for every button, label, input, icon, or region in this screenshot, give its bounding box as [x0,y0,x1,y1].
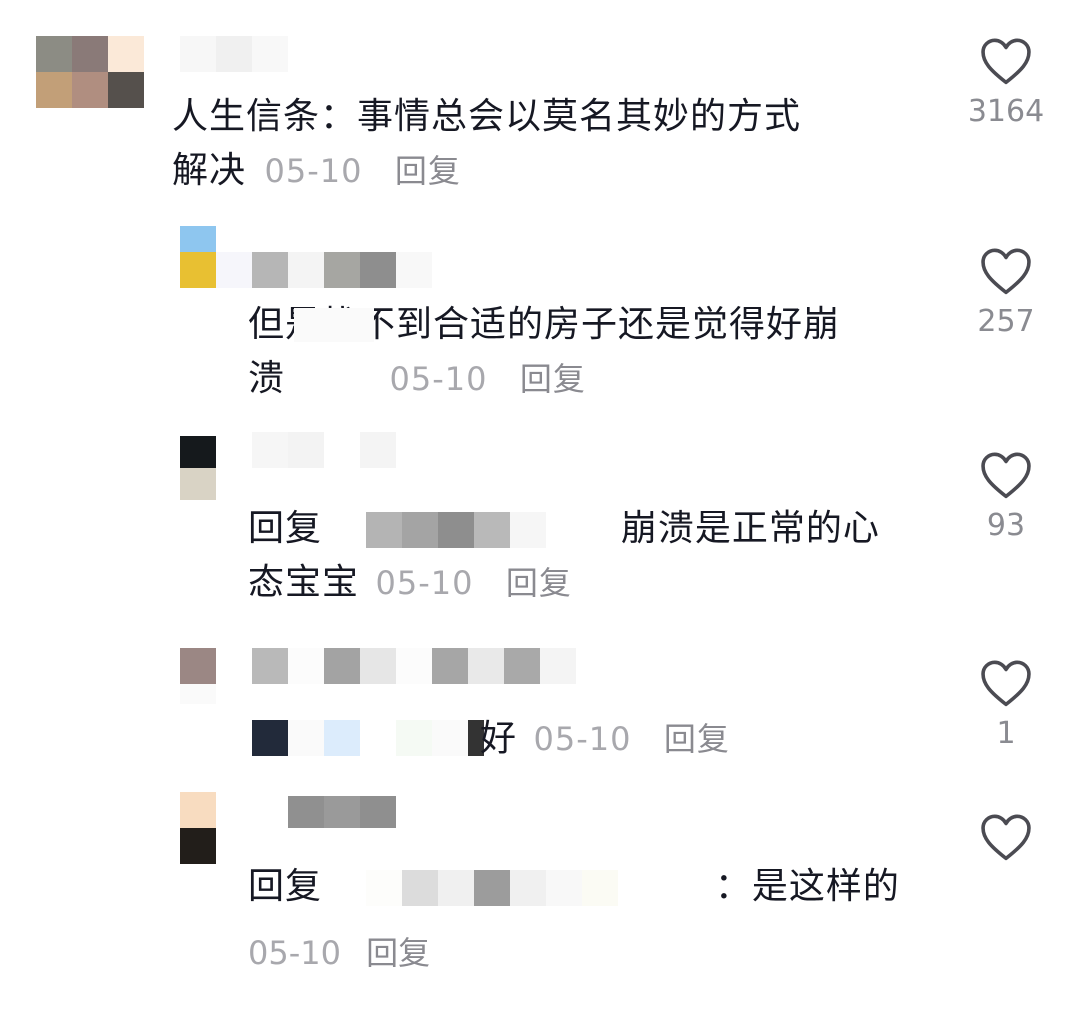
comment-text-tail: 态宝宝 [248,562,360,603]
comment-text-line: 回复 崩溃是正常的心 [248,502,880,556]
like-count: 1 [996,716,1016,751]
avatar[interactable] [180,436,216,500]
heart-outline-icon [981,248,1031,295]
heart-outline-icon [981,38,1031,85]
comment-text: 好 05-10 回复 [480,712,730,766]
reply-button[interactable]: 回复 [520,360,586,398]
comment-text-line: 态宝宝 05-10 回复 [248,556,880,610]
like-button[interactable]: 257 [956,246,1056,339]
comment-date: 05-10 [389,360,488,398]
comment-text-tail: 溃 [248,358,286,399]
reply-content: 崩溃是正常的心 [620,508,880,549]
reply-prefix: 回复 [248,508,323,549]
username[interactable] [288,796,396,828]
like-button[interactable]: 3164 [956,36,1056,129]
comment-date: 05-10 [248,934,341,972]
comment-meta: 05-10 回复 [248,926,430,986]
mention-mosaic [366,512,547,548]
comment-date: 05-10 [264,152,363,190]
username[interactable] [180,36,288,72]
avatar[interactable] [180,792,216,864]
avatar[interactable] [180,226,216,288]
mention-mosaic [294,308,374,342]
reply-button[interactable]: 回复 [395,152,461,190]
like-count: 93 [986,508,1026,543]
avatar[interactable] [180,648,216,704]
like-count: 3164 [967,94,1045,129]
comment-text-line: 溃 05-10 回复 [248,308,840,406]
reply-button[interactable]: 回复 [664,720,730,758]
reply-button[interactable]: 回复 [506,564,572,602]
comment-text-line: 解决 05-10 回复 [172,144,801,198]
mention-mosaic [366,870,619,906]
emoji-mosaic [252,720,484,756]
comment-text-line: 回复 ：是这样的 [248,860,900,914]
comment-text-tail: 好 [480,718,518,759]
comment-text: 回复 崩溃是正常的心 态宝宝 05-10 回复 [248,502,880,610]
username[interactable] [252,648,576,684]
like-button[interactable]: 1 [956,658,1056,751]
reply-prefix: 回复 [248,866,323,907]
like-count: 257 [977,304,1035,339]
heart-outline-icon [981,814,1031,861]
comment-text: 但是找不到合适的房子还是觉得好崩 溃 05-10 回复 [248,298,840,406]
comment-text: 回复 ：是这样的 [248,860,900,914]
comment-date: 05-10 [533,720,632,758]
heart-outline-icon [981,660,1031,707]
reply-content: ：是这样的 [714,866,900,907]
username[interactable] [216,252,432,288]
comment-text: 人生信条：事情总会以莫名其妙的方式 解决 05-10 回复 [172,90,801,198]
reply-button[interactable]: 回复 [366,934,430,972]
avatar[interactable] [36,36,144,108]
like-button[interactable] [956,812,1056,862]
username[interactable] [252,432,396,468]
comment-date: 05-10 [375,564,474,602]
comment-text-tail: 解决 [172,150,247,191]
comment-text-line: 人生信条：事情总会以莫名其妙的方式 [172,96,802,137]
heart-outline-icon [981,452,1031,499]
like-button[interactable]: 93 [956,450,1056,543]
